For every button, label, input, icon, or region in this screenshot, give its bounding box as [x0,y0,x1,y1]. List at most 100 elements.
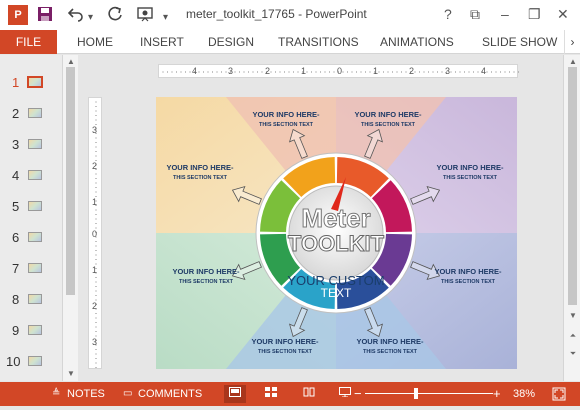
help-button[interactable]: ? [444,5,452,23]
slide-thumbnail[interactable]: 2 [0,100,62,130]
slide-number: 7 [12,261,20,276]
customize-quick-access-icon[interactable]: ▾ [163,9,168,27]
scroll-up-icon[interactable]: ▲ [565,57,580,66]
tab-design[interactable]: DESIGN [208,30,254,54]
tab-slide-show[interactable]: SLIDE SHOW [482,30,557,54]
save-icon[interactable] [37,6,53,27]
slide-number: 3 [12,137,20,152]
section-4-subtitle: THIS SECTION TEXT [443,175,498,181]
tab-home[interactable]: HOME [77,30,113,54]
slide-number: 8 [12,292,20,307]
ruler-label: 1 [373,66,379,76]
minimize-button[interactable]: – [501,5,509,23]
slide-thumbnail[interactable]: 4 [0,162,62,192]
section-6-subtitle: THIS SECTION TEXT [441,279,496,285]
tab-file[interactable]: FILE [0,30,57,54]
zoom-level[interactable]: 38% [513,382,535,406]
slide-thumbnail-image[interactable] [28,263,42,273]
slide-number: 10 [6,354,21,369]
slideshow-icon[interactable] [137,6,153,27]
section-5-subtitle: THIS SECTION TEXT [179,279,234,285]
status-bar: ≜ NOTES ▭ COMMENTS − + 38% [0,382,580,406]
scroll-down-icon[interactable]: ▼ [63,369,79,378]
slide-number: 6 [12,230,20,245]
slide-thumbnail[interactable]: 1 [0,69,62,99]
section-7-title: YOUR INFO HERE- [251,337,319,346]
ruler-label: 2 [92,161,98,171]
slide-thumbnail-image[interactable] [28,108,42,118]
section-6-title: YOUR INFO HERE- [434,267,502,276]
tab-animations[interactable]: ANIMATIONS [380,30,454,54]
section-3-subtitle: THIS SECTION TEXT [173,175,228,181]
section-3-title: YOUR INFO HERE- [166,163,234,172]
zoom-slider-handle[interactable] [413,388,418,399]
undo-dropdown-icon[interactable]: ▾ [88,9,93,27]
ruler-label: 4 [192,66,198,76]
title-bar: P ▾ ▾ meter_toolkit_17765 - PowerPoint ?… [0,0,580,30]
scroll-down-icon[interactable]: ▼ [565,311,580,320]
zoom-slider-track[interactable] [365,393,493,394]
ruler-label: 3 [92,337,98,347]
slide-scrollbar[interactable]: ▲ ▼ ⏶ ⏷ [563,55,580,381]
undo-icon[interactable] [67,6,84,27]
slide-thumbnail[interactable]: 8 [0,286,62,316]
slideshow-view-button[interactable] [334,385,356,403]
slide-thumbnail-image[interactable] [28,201,42,211]
slide-thumbnail-image[interactable] [28,139,42,149]
redo-icon[interactable] [107,6,123,27]
slide-scroll-thumb[interactable] [568,67,577,305]
slide-number: 4 [12,168,20,183]
slide-thumbnail-image[interactable] [28,170,42,180]
comments-icon[interactable]: ▭ [123,382,132,406]
slide-number: 9 [12,323,20,338]
slide-thumbnail[interactable]: 7 [0,255,62,285]
tab-insert[interactable]: INSERT [140,30,184,54]
notes-icon[interactable]: ≜ [52,382,60,406]
slide-number: 2 [12,106,20,121]
thumbnail-scroll-thumb[interactable] [66,67,75,295]
slide-thumbnail[interactable]: 10 [0,348,62,378]
slide-thumbnail[interactable]: 6 [0,224,62,254]
ruler-label: 3 [445,66,451,76]
section-8-title: YOUR INFO HERE- [356,337,424,346]
slide-thumbnail-image[interactable] [28,294,42,304]
normal-view-button[interactable] [224,385,246,403]
comments-button[interactable]: COMMENTS [138,382,202,406]
section-7-subtitle: THIS SECTION TEXT [258,349,313,355]
section-5-title: YOUR INFO HERE- [172,267,240,276]
ruler-label: 0 [337,66,343,76]
close-button[interactable]: ✕ [557,5,569,23]
thumbnail-scrollbar[interactable]: ▲ ▼ [62,55,78,381]
ribbon-display-options-button[interactable]: ⧉ [470,5,480,23]
section-2-subtitle: THIS SECTION TEXT [361,122,416,128]
ruler-label: 1 [301,66,307,76]
restore-button[interactable]: ❐ [528,5,541,23]
scroll-up-icon[interactable]: ▲ [63,57,79,66]
section-1-title: YOUR INFO HERE- [252,110,320,119]
zoom-out-button[interactable]: − [354,382,362,406]
window-title: meter_toolkit_17765 - PowerPoint [186,7,367,21]
previous-slide-icon[interactable]: ⏶ [565,331,580,341]
next-slide-icon[interactable]: ⏷ [565,349,580,359]
slide-thumbnail-image[interactable] [28,325,42,335]
ribbon-scroll-right-button[interactable]: › [564,30,580,54]
powerpoint-icon[interactable]: P [8,5,28,25]
fit-slide-icon[interactable] [552,382,566,406]
ruler-label: 2 [265,66,271,76]
ruler-label: 4 [481,66,487,76]
notes-button[interactable]: NOTES [67,382,105,406]
slide-thumbnail[interactable]: 3 [0,131,62,161]
zoom-in-button[interactable]: + [493,382,501,406]
slide-thumbnail-image[interactable] [28,232,42,242]
section-4-title: YOUR INFO HERE- [436,163,504,172]
ruler-label: 1 [92,265,98,275]
slide-thumbnail-image[interactable] [27,76,43,88]
slide-thumbnail[interactable]: 5 [0,193,62,223]
reading-view-button[interactable] [298,385,320,403]
slide-thumbnail[interactable]: 9 [0,317,62,347]
slide-canvas[interactable]: Meter TOOLKIT YOUR CUSTOM TEXT YOUR INFO… [156,97,517,369]
ruler-label: 0 [92,229,98,239]
tab-transitions[interactable]: TRANSITIONS [278,30,359,54]
slide-thumbnail-image[interactable] [28,356,42,366]
slide-sorter-view-button[interactable] [260,385,282,403]
